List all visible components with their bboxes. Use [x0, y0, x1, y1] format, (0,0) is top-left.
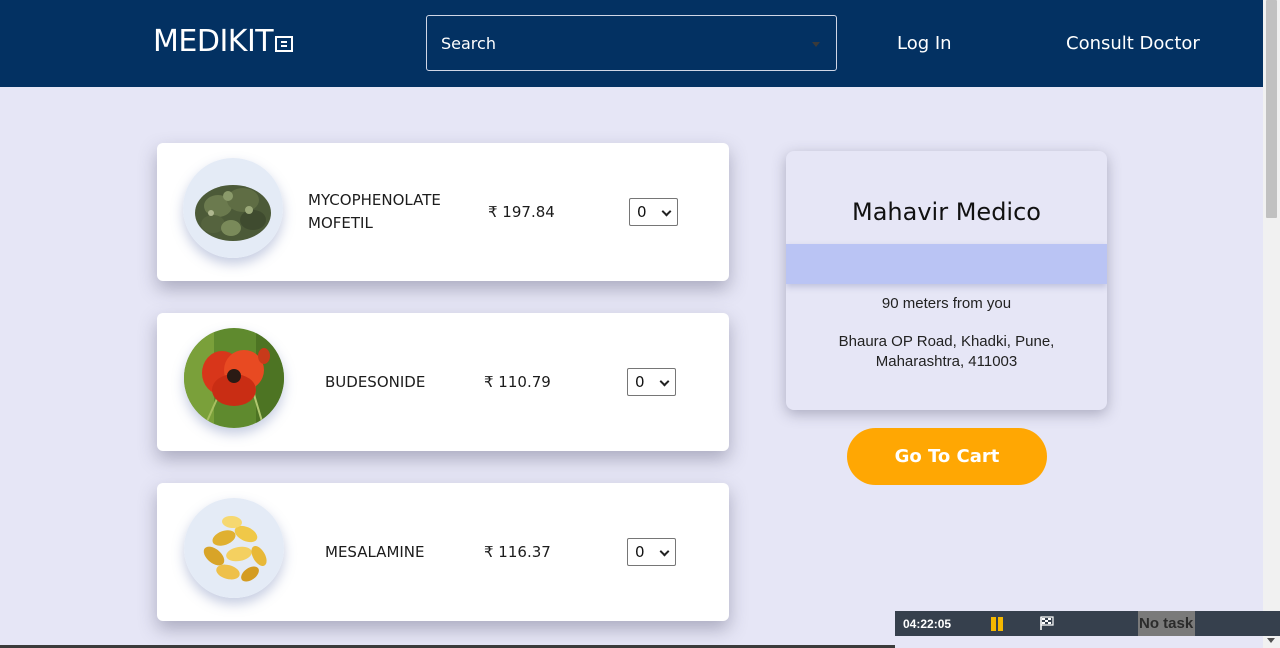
store-address: Bhaura OP Road, Khadki, Pune, Maharashtr… — [838, 333, 1055, 370]
quantity-select[interactable]: 0 — [627, 538, 676, 566]
task-bar-filler — [1195, 611, 1280, 636]
quantity-select[interactable]: 0 — [627, 368, 676, 396]
medical-kit-icon — [275, 35, 294, 52]
scroll-down-arrow-icon[interactable] — [1267, 638, 1275, 643]
store-info-card: Mahavir Medico 90 meters from you Bhaura… — [786, 151, 1107, 410]
product-name: BUDESONIDE — [325, 373, 426, 391]
store-name: Mahavir Medico — [852, 198, 1041, 226]
product-price: ₹ 197.84 — [488, 203, 555, 221]
pause-icon[interactable] — [991, 617, 1003, 631]
product-card-budesonide: BUDESONIDE ₹ 110.79 0 — [157, 313, 729, 451]
store-distance: 90 meters from you — [881, 295, 1012, 312]
store-divider-band — [786, 244, 1107, 284]
chevron-down-icon — [659, 546, 670, 557]
search-dropdown[interactable]: Search — [426, 15, 837, 71]
scrollbar-thumb[interactable] — [1266, 0, 1277, 218]
product-price: ₹ 116.37 — [484, 543, 551, 561]
chevron-down-icon — [812, 42, 820, 47]
product-name: MYCOPHENOLATE MOFETIL — [308, 191, 441, 232]
product-card-mycophenolate: MYCOPHENOLATE MOFETIL ₹ 197.84 0 — [157, 143, 729, 281]
product-card-mesalamine: MESALAMINE ₹ 116.37 0 — [157, 483, 729, 621]
chevron-down-icon — [659, 376, 670, 387]
go-to-cart-button[interactable]: Go To Cart — [847, 428, 1047, 485]
logo[interactable]: MEDIKIT — [153, 24, 294, 59]
page-scrollbar[interactable] — [1263, 0, 1280, 648]
flag-icon[interactable] — [1039, 615, 1055, 636]
search-placeholder: Search — [441, 33, 496, 53]
herb-leaves-image — [183, 158, 283, 258]
login-link[interactable]: Log In — [897, 33, 952, 54]
navbar: MEDIKIT Search Log In Consult Doctor — [0, 0, 1263, 87]
chevron-down-icon — [661, 206, 672, 217]
quantity-select[interactable]: 0 — [629, 198, 678, 226]
gel-capsules-image — [184, 498, 284, 598]
task-label: No task — [1138, 611, 1195, 636]
logo-text: MEDIKIT — [153, 24, 274, 59]
product-name: MESALAMINE — [325, 543, 425, 561]
consult-doctor-link[interactable]: Consult Doctor — [1066, 33, 1200, 54]
poppy-flower-image — [184, 328, 284, 428]
timer-display: 04:22:05 — [903, 617, 952, 631]
task-timer-bar: 04:22:05 No task — [895, 611, 1280, 636]
product-price: ₹ 110.79 — [484, 373, 551, 391]
